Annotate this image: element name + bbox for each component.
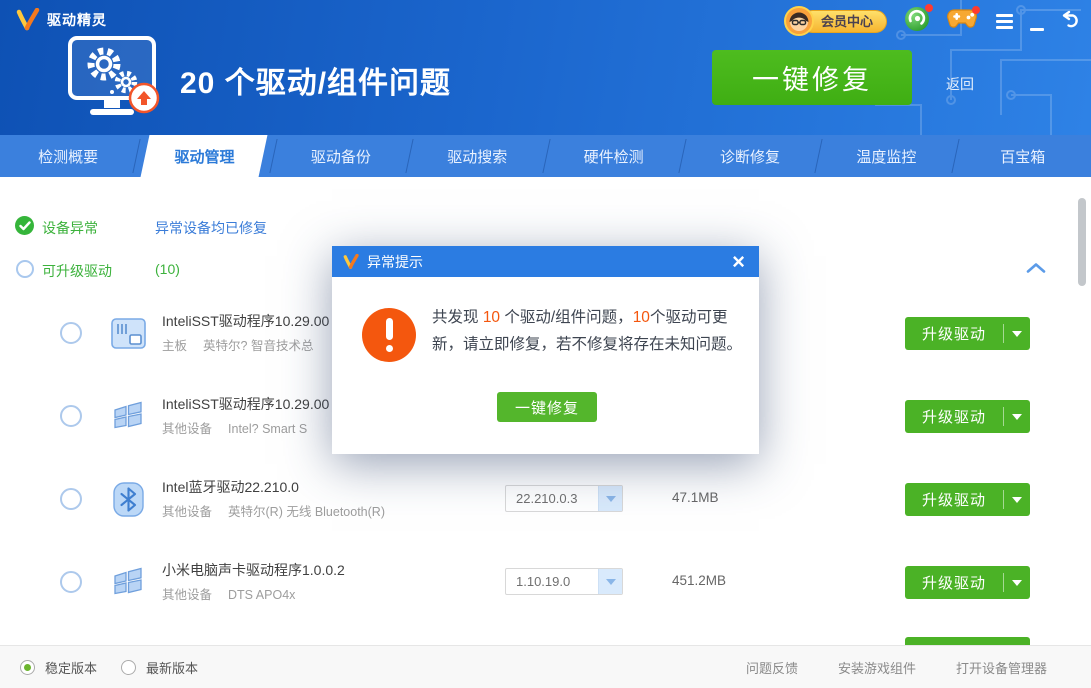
latest-version-radio[interactable]: [121, 660, 136, 675]
driver-detail: DTS APO4x: [228, 588, 295, 602]
driver-category: 其他设备: [162, 422, 212, 436]
tab-bar: 检测概要 驱动管理 驱动备份 驱动搜索 硬件检测 诊断修复 温度监控 百宝箱: [0, 135, 1091, 177]
chevron-down-icon[interactable]: [1004, 317, 1030, 350]
driver-name: 小米电脑声卡驱动程序1.0.0.2: [162, 560, 345, 580]
feedback-link[interactable]: 问题反馈: [746, 658, 798, 677]
driver-detail: Intel? Smart S: [228, 422, 307, 436]
close-icon[interactable]: ×: [728, 252, 749, 272]
version-select[interactable]: 22.210.0.3: [505, 485, 623, 512]
windows-icon: [110, 398, 147, 440]
notification-dot: [925, 4, 933, 12]
driver-name: Intel蓝牙驱动22.210.0: [162, 477, 299, 497]
chevron-down-icon[interactable]: [598, 569, 622, 594]
driver-row: 小米电脑声卡驱动程序1.0.0.2 其他设备 DTS APO4x 1.10.19.…: [0, 541, 1091, 624]
install-game-components-link[interactable]: 安装游戏组件: [838, 658, 916, 677]
upgrade-driver-button[interactable]: 升级驱动: [905, 400, 1030, 433]
driver-checkbox[interactable]: [60, 322, 82, 344]
group-ok-check-icon: [15, 216, 34, 235]
tab-hardware-check[interactable]: 硬件检测: [546, 135, 682, 177]
computer-gears-illustration: [62, 34, 168, 122]
tab-temperature-monitor[interactable]: 温度监控: [818, 135, 954, 177]
app-logo-icon: [14, 8, 40, 32]
driver-size: 47.1MB: [672, 490, 719, 505]
main-menu-icon[interactable]: [996, 14, 1013, 29]
avatar[interactable]: [784, 6, 814, 36]
app-title: 驱动精灵: [47, 10, 107, 30]
warning-icon: [362, 308, 416, 362]
tab-driver-management[interactable]: 驱动管理: [136, 135, 272, 177]
group-upgradable-radio[interactable]: [16, 260, 34, 278]
sound-card-icon: [110, 315, 147, 357]
driver-name: InteliSST驱动程序10.29.00: [162, 311, 329, 331]
open-device-manager-link[interactable]: 打开设备管理器: [956, 658, 1047, 677]
chevron-down-icon[interactable]: [598, 486, 622, 511]
dialog-body: 共发现 10 个驱动/组件问题，10个驱动可更新，请立即修复，若不修复将存在未知…: [332, 277, 759, 454]
app-logo: 驱动精灵: [14, 8, 107, 32]
tab-driver-backup[interactable]: 驱动备份: [273, 135, 409, 177]
driver-category: 其他设备: [162, 588, 212, 602]
driver-name: InteliSST驱动程序10.29.00: [162, 394, 329, 414]
notification-dot: [972, 6, 980, 14]
exit-back-icon[interactable]: [1061, 10, 1081, 33]
windows-icon: [110, 564, 147, 606]
driver-detail: 英特尔? 智音技术总: [203, 339, 313, 353]
hardware-scan-icon[interactable]: [904, 6, 930, 37]
version-select[interactable]: 1.10.19.0: [505, 568, 623, 595]
chevron-down-icon[interactable]: [1004, 566, 1030, 599]
driver-size: 451.2MB: [672, 573, 726, 588]
group-device-abnormal-label: 设备异常: [42, 218, 98, 238]
chevron-down-icon[interactable]: [1004, 400, 1030, 433]
fix-all-button[interactable]: 一键修复: [712, 50, 912, 105]
footer-bar: 稳定版本 最新版本 问题反馈 安装游戏组件 打开设备管理器: [0, 645, 1091, 688]
driver-category: 主板: [162, 339, 187, 353]
chevron-down-icon[interactable]: [1004, 483, 1030, 516]
titlebar-controls: 会员中心: [784, 5, 1081, 37]
minimize-icon[interactable]: [1030, 28, 1044, 31]
problem-count-title: 20 个驱动/组件问题: [180, 58, 451, 102]
upgrade-driver-button[interactable]: 升级驱动: [905, 566, 1030, 599]
driver-checkbox[interactable]: [60, 488, 82, 510]
group-upgradable-label: 可升级驱动: [42, 261, 112, 281]
tab-detection-summary[interactable]: 检测概要: [0, 135, 136, 177]
driver-checkbox[interactable]: [60, 571, 82, 593]
chevron-up-icon[interactable]: [1026, 261, 1046, 279]
tab-diagnose-repair[interactable]: 诊断修复: [682, 135, 818, 177]
tab-toolbox[interactable]: 百宝箱: [955, 135, 1091, 177]
upgrade-driver-button[interactable]: 升级驱动: [905, 483, 1030, 516]
back-link[interactable]: 返回: [946, 74, 974, 94]
app-logo-icon: [342, 254, 359, 270]
driver-checkbox[interactable]: [60, 405, 82, 427]
abnormal-alert-dialog: 异常提示 × 共发现 10 个驱动/组件问题，10个驱动可更新，请立即修复，若不…: [332, 246, 759, 454]
member-center-button[interactable]: 会员中心: [784, 6, 887, 36]
upgrade-driver-button-partial[interactable]: [905, 637, 1030, 645]
stable-version-label[interactable]: 稳定版本: [45, 658, 97, 677]
driver-category: 其他设备: [162, 505, 212, 519]
dialog-title: 异常提示: [367, 252, 423, 272]
group-device-abnormal-note: 异常设备均已修复: [155, 218, 267, 238]
banner: 驱动精灵 会员中心: [0, 0, 1091, 135]
dialog-titlebar: 异常提示 ×: [332, 246, 759, 277]
app-window: 驱动精灵 会员中心: [0, 0, 1091, 688]
upgrade-driver-button[interactable]: 升级驱动: [905, 317, 1030, 350]
tab-driver-search[interactable]: 驱动搜索: [409, 135, 545, 177]
dialog-fix-button[interactable]: 一键修复: [497, 392, 597, 422]
scrollbar-thumb[interactable]: [1078, 198, 1086, 286]
game-center-icon[interactable]: [947, 8, 977, 35]
latest-version-label[interactable]: 最新版本: [146, 658, 198, 677]
stable-version-radio[interactable]: [20, 660, 35, 675]
dialog-message: 共发现 10 个驱动/组件问题，10个驱动可更新，请立即修复，若不修复将存在未知…: [432, 304, 754, 358]
group-upgradable-count: (10): [155, 261, 180, 277]
driver-detail: 英特尔(R) 无线 Bluetooth(R): [228, 505, 385, 519]
bluetooth-icon: [110, 481, 147, 523]
driver-row: Intel蓝牙驱动22.210.0 其他设备 英特尔(R) 无线 Bluetoot…: [0, 458, 1091, 541]
